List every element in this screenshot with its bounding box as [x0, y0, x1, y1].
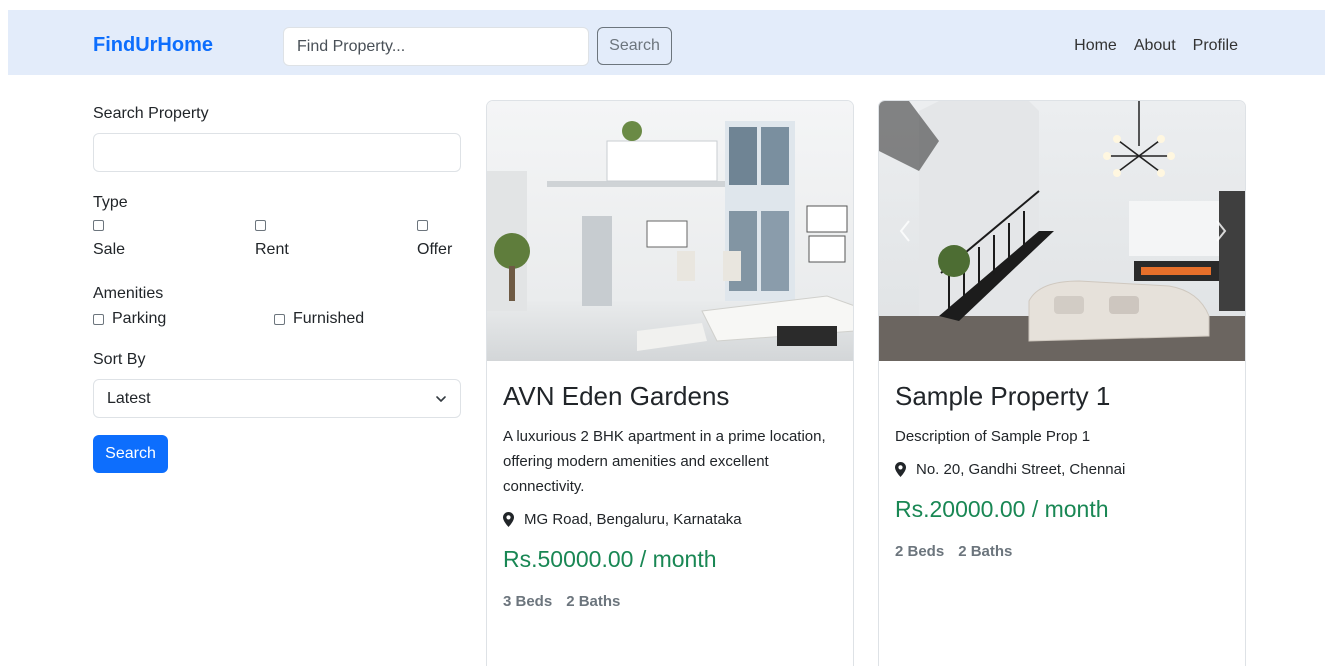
nav-link-about[interactable]: About [1134, 37, 1176, 55]
property-location-text: MG Road, Bengaluru, Karnataka [524, 511, 742, 528]
type-label: Type [93, 194, 128, 211]
property-location: MG Road, Bengaluru, Karnataka [503, 511, 837, 528]
property-title[interactable]: Sample Property 1 [895, 381, 1229, 412]
property-location: No. 20, Gandhi Street, Chennai [895, 461, 1229, 478]
parking-checkbox[interactable] [93, 313, 104, 325]
map-pin-icon [895, 462, 906, 477]
property-specs: 2 Beds 2 Baths [895, 543, 1229, 560]
amenities-label: Amenities [93, 285, 164, 302]
brand-logo[interactable]: FindUrHome [93, 34, 213, 57]
property-price: Rs.20000.00 / month [895, 496, 1109, 522]
filter-search-button[interactable]: Search [93, 435, 168, 473]
card-body: AVN Eden Gardens A luxurious 2 BHK apart… [487, 361, 853, 630]
sort-selected-value: Latest [107, 389, 151, 407]
property-baths: 2 Baths [958, 543, 1013, 560]
property-description: Description of Sample Prop 1 [895, 428, 1091, 445]
property-description: A luxurious 2 BHK apartment in a prime l… [503, 428, 826, 495]
property-beds: 3 Beds [503, 593, 553, 610]
card-body: Sample Property 1 Description of Sample … [879, 361, 1245, 580]
nav-link-home[interactable]: Home [1074, 37, 1117, 55]
sort-by-label: Sort By [93, 351, 146, 368]
property-location-text: No. 20, Gandhi Street, Chennai [916, 461, 1126, 478]
navbar: FindUrHome Search Home About Profile [8, 10, 1325, 75]
type-option-rent[interactable]: Rent [255, 220, 289, 259]
search-property-label: Search Property [93, 105, 209, 122]
nav-link-profile[interactable]: Profile [1193, 37, 1238, 55]
rent-label: Rent [255, 241, 289, 258]
type-option-offer[interactable]: Offer [417, 220, 452, 259]
amenity-option-furnished[interactable]: Furnished [274, 310, 364, 328]
property-image[interactable] [879, 101, 1245, 361]
offer-checkbox[interactable] [417, 220, 428, 231]
parking-label: Parking [112, 310, 167, 327]
sale-label: Sale [93, 241, 126, 258]
nav-search-input[interactable] [283, 27, 589, 66]
nav-search-button[interactable]: Search [597, 27, 672, 65]
property-specs: 3 Beds 2 Baths [503, 593, 837, 610]
property-image[interactable] [487, 101, 853, 361]
property-card[interactable]: Sample Property 1 Description of Sample … [878, 100, 1246, 666]
property-price: Rs.50000.00 / month [503, 546, 717, 572]
amenity-option-parking[interactable]: Parking [93, 310, 166, 328]
property-beds: 2 Beds [895, 543, 945, 560]
chevron-down-icon [436, 395, 446, 402]
furnished-label: Furnished [293, 310, 365, 327]
search-property-input[interactable] [93, 133, 461, 172]
furnished-checkbox[interactable] [274, 313, 285, 325]
property-baths: 2 Baths [566, 593, 621, 610]
property-card[interactable]: AVN Eden Gardens A luxurious 2 BHK apart… [486, 100, 854, 666]
rent-checkbox[interactable] [255, 220, 266, 231]
property-title[interactable]: AVN Eden Gardens [503, 381, 837, 412]
sale-checkbox[interactable] [93, 220, 104, 231]
map-pin-icon [503, 512, 514, 527]
nav-links: Home About Profile [1074, 37, 1238, 55]
type-option-sale[interactable]: Sale [93, 220, 125, 259]
offer-label: Offer [417, 241, 453, 258]
sort-select[interactable]: Latest [93, 379, 461, 418]
